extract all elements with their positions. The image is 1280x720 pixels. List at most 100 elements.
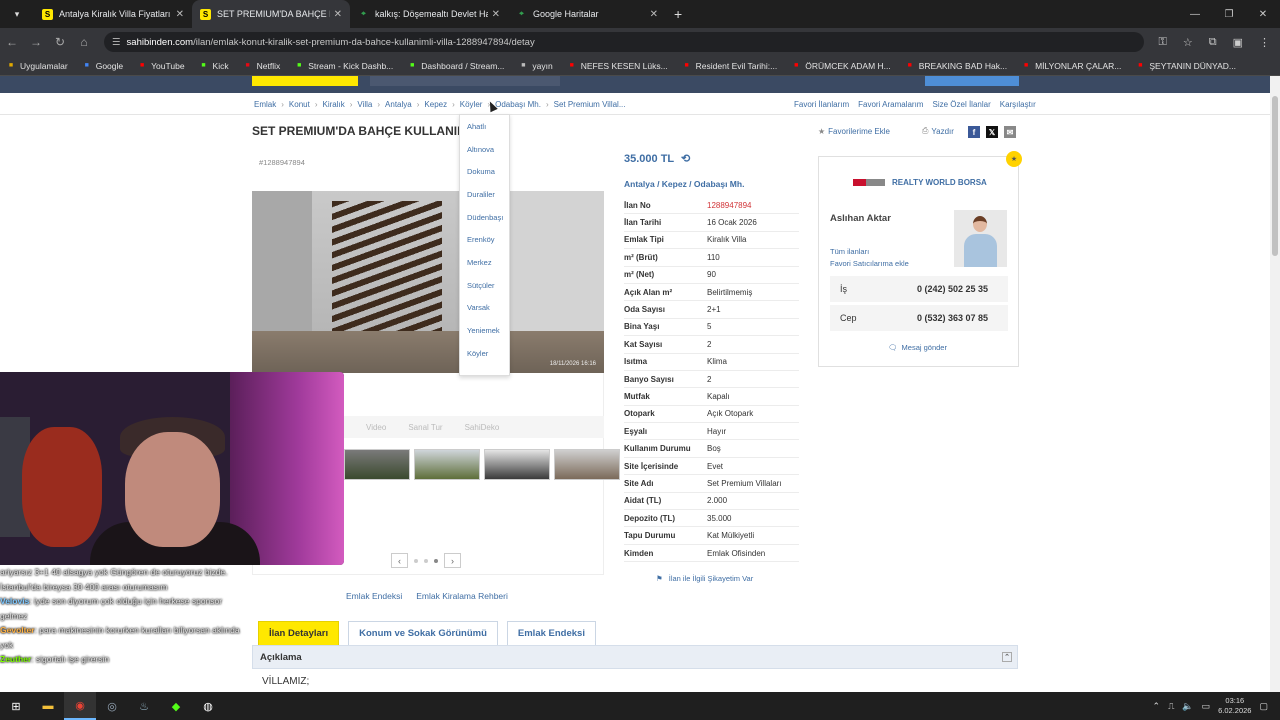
breadcrumb-item[interactable]: Kiralık bbox=[322, 100, 344, 109]
tab-close-icon[interactable]: ✕ bbox=[492, 9, 500, 20]
favorite-seller-link[interactable]: Favori Satıcılarıma ekle bbox=[830, 258, 909, 270]
agency-name[interactable]: REALTY WORLD BORSA bbox=[853, 178, 987, 187]
url-bar[interactable]: ☰ sahibinden.com/ilan/emlak-konut-kirali… bbox=[104, 32, 1144, 52]
steam-icon[interactable]: ♨ bbox=[128, 692, 160, 720]
top-link[interactable]: Karşılaştır bbox=[1000, 100, 1036, 109]
obs-icon[interactable]: ◍ bbox=[192, 692, 224, 720]
main-photo[interactable]: 18/11/2026 16:16 bbox=[252, 191, 604, 373]
dropdown-item[interactable]: Duraliler bbox=[460, 183, 509, 206]
next-photo-button[interactable]: › bbox=[444, 553, 461, 568]
tab-emlak-endeksi[interactable]: Emlak Endeksi bbox=[506, 621, 596, 645]
top-link[interactable]: Favori İlanlarım bbox=[794, 100, 849, 109]
page-scrollbar[interactable] bbox=[1270, 76, 1280, 692]
breadcrumb-item[interactable]: Emlak bbox=[254, 100, 276, 109]
dropdown-item[interactable]: Yeniemek bbox=[460, 319, 509, 342]
dropdown-item[interactable]: Ahatlı bbox=[460, 115, 509, 138]
notifications-icon[interactable]: ▢ bbox=[1259, 701, 1268, 712]
bookmark-item[interactable]: ■ Kick bbox=[199, 61, 228, 71]
bookmark-item[interactable]: ■ MİLYONLAR ÇALAR... bbox=[1021, 61, 1121, 71]
bookmark-item[interactable]: ■ Uygulamalar bbox=[6, 61, 68, 71]
bookmark-star-icon[interactable]: ☆ bbox=[1183, 36, 1193, 49]
bookmark-item[interactable]: ■ yayın bbox=[518, 61, 552, 71]
file-explorer-icon[interactable]: ▬ bbox=[32, 692, 64, 720]
dropdown-item[interactable]: Varsak bbox=[460, 297, 509, 320]
breadcrumb-item[interactable]: Köyler bbox=[460, 100, 483, 109]
thumbnail[interactable] bbox=[554, 449, 620, 480]
battery-icon[interactable]: ▭ bbox=[1202, 701, 1211, 712]
network-icon[interactable]: ⎍ bbox=[1168, 701, 1174, 712]
tab-close-icon[interactable]: ✕ bbox=[650, 9, 658, 20]
bookmark-item[interactable]: ■ ÖRÜMCEK ADAM H... bbox=[791, 61, 891, 71]
browser-tab[interactable]: ⌖ kalkış: Döşemealtı Devlet Hasta ✕ bbox=[350, 0, 508, 28]
dropdown-item[interactable]: Merkez bbox=[460, 251, 509, 274]
breadcrumb-item[interactable]: Kepez bbox=[424, 100, 447, 109]
collapse-icon[interactable]: ⌃ bbox=[1002, 652, 1012, 662]
facebook-icon[interactable]: f bbox=[968, 126, 980, 138]
bookmark-item[interactable]: ■ Stream - Kick Dashb... bbox=[294, 61, 393, 71]
dropdown-item[interactable]: Düdenbaşı bbox=[460, 206, 509, 229]
bookmark-item[interactable]: ■ Resident Evil Tarihi:... bbox=[682, 61, 778, 71]
breadcrumb-item[interactable]: Set Premium Villal... bbox=[554, 100, 626, 109]
forward-button[interactable]: → bbox=[24, 35, 48, 49]
top-link[interactable]: Favori Aramalarım bbox=[858, 100, 923, 109]
breadcrumb-item[interactable]: Konut bbox=[289, 100, 310, 109]
bookmark-item[interactable]: ■ BREAKING BAD Hak... bbox=[905, 61, 1007, 71]
bookmark-item[interactable]: ■ ŞEYTANIN DÜNYAD... bbox=[1135, 61, 1236, 71]
chrome-icon[interactable]: ◉ bbox=[64, 692, 96, 720]
breadcrumb-item[interactable]: Villa bbox=[357, 100, 372, 109]
all-listings-link[interactable]: Tüm ilanları bbox=[830, 246, 909, 258]
browser-tab[interactable]: ⌖ Google Haritalar ✕ bbox=[508, 0, 666, 28]
tab-listing-details[interactable]: İlan Detayları bbox=[258, 621, 340, 645]
minimize-button[interactable]: — bbox=[1178, 0, 1212, 28]
browser-tab[interactable]: S Antalya Kiralık Villa Fiyatları sa ✕ bbox=[34, 0, 192, 28]
dropdown-item[interactable]: Altınova bbox=[460, 138, 509, 161]
sahideko-tab[interactable]: SahiDeko bbox=[465, 423, 500, 432]
send-message-link[interactable]: 🗨 Mesaj gönder bbox=[888, 343, 947, 352]
thumbnail[interactable] bbox=[484, 449, 550, 480]
profile-icon[interactable]: ▣ bbox=[1233, 36, 1243, 49]
emlak-endeksi-link[interactable]: Emlak Endeksi bbox=[346, 591, 402, 601]
tab-search-button[interactable]: ▾ bbox=[6, 4, 28, 24]
thumbnail[interactable] bbox=[414, 449, 480, 480]
favorite-link[interactable]: Favorilerime Ekle bbox=[828, 127, 890, 136]
new-tab-button[interactable]: + bbox=[674, 6, 682, 22]
clock[interactable]: 03:16 6.02.2026 bbox=[1218, 696, 1251, 716]
tab-location[interactable]: Konum ve Sokak Görünümü bbox=[348, 621, 498, 645]
dropdown-item[interactable]: Erenköy bbox=[460, 228, 509, 251]
app-icon[interactable]: ◎ bbox=[96, 692, 128, 720]
prev-photo-button[interactable]: ‹ bbox=[391, 553, 408, 568]
bookmark-item[interactable]: ■ Google bbox=[82, 61, 124, 71]
windows-start-icon[interactable]: ⊞ bbox=[0, 692, 32, 720]
browser-tab[interactable]: S SET PREMIUM'DA BAHÇE KULL ✕ bbox=[192, 0, 350, 28]
video-tab[interactable]: Video bbox=[366, 423, 386, 432]
kick-app-icon[interactable]: ◆ bbox=[160, 692, 192, 720]
thumbnail[interactable] bbox=[344, 449, 410, 480]
complaint-link[interactable]: ⚑ İlan ile İlgili Şikayetim Var bbox=[656, 574, 753, 583]
breadcrumb-item[interactable]: Antalya bbox=[385, 100, 412, 109]
tray-chevron-icon[interactable]: ⌃ bbox=[1153, 701, 1161, 712]
reload-button[interactable]: ↻ bbox=[48, 35, 72, 49]
extensions-icon[interactable]: ⧉ bbox=[1209, 36, 1217, 49]
rental-guide-link[interactable]: Emlak Kiralama Rehberi bbox=[416, 591, 508, 601]
site-info-icon[interactable]: ☰ bbox=[112, 37, 121, 48]
tab-close-icon[interactable]: ✕ bbox=[334, 9, 342, 20]
back-button[interactable]: ← bbox=[0, 35, 24, 49]
top-link[interactable]: Size Özel İlanlar bbox=[932, 100, 990, 109]
volume-icon[interactable]: 🔈 bbox=[1182, 701, 1193, 712]
history-icon[interactable]: ⟲ bbox=[681, 153, 690, 165]
password-key-icon[interactable]: ⚿ bbox=[1158, 36, 1166, 49]
x-icon[interactable]: 𝕏 bbox=[986, 126, 998, 138]
menu-icon[interactable]: ⋮ bbox=[1259, 36, 1270, 49]
dropdown-item[interactable]: Dokuma bbox=[460, 160, 509, 183]
close-window-button[interactable]: ✕ bbox=[1246, 0, 1280, 28]
home-button[interactable]: ⌂ bbox=[72, 35, 96, 49]
listing-location[interactable]: Antalya / Kepez / Odabaşı Mh. bbox=[624, 179, 744, 189]
dropdown-item[interactable]: Köyler bbox=[460, 342, 509, 365]
email-icon[interactable]: ✉ bbox=[1004, 126, 1016, 138]
bookmark-item[interactable]: ■ Dashboard / Stream... bbox=[407, 61, 504, 71]
bookmark-item[interactable]: ■ NEFES KESEN Lüks... bbox=[567, 61, 668, 71]
maximize-button[interactable]: ❐ bbox=[1212, 0, 1246, 28]
print-link[interactable]: Yazdır bbox=[931, 127, 954, 136]
virtual-tour-tab[interactable]: Sanal Tur bbox=[408, 423, 442, 432]
dropdown-item[interactable]: Sütçüler bbox=[460, 274, 509, 297]
